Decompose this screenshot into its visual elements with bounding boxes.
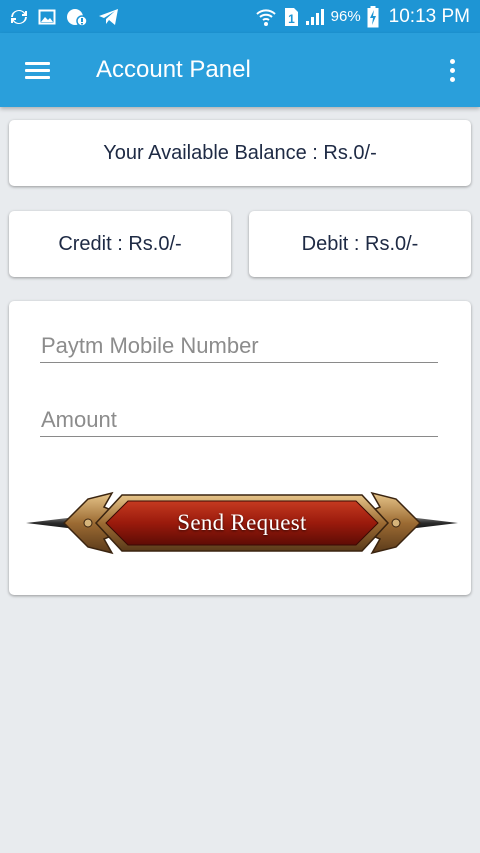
sim-icon: 1 bbox=[283, 7, 299, 27]
status-bar: 1 96% 10:13 PM bbox=[0, 0, 480, 33]
image-icon bbox=[38, 8, 56, 26]
debit-card: Debit : Rs.0/- bbox=[249, 211, 471, 277]
telegram-icon bbox=[98, 8, 120, 26]
credit-label: Credit : Rs.0/- bbox=[58, 232, 182, 255]
status-left-icons bbox=[10, 7, 120, 27]
clock: 10:13 PM bbox=[388, 5, 470, 27]
battery-percent: 96% bbox=[330, 8, 361, 25]
sim-slot-number: 1 bbox=[288, 12, 295, 26]
app-bar: Account Panel bbox=[0, 33, 480, 107]
more-vert-icon-dot bbox=[449, 67, 455, 73]
signal-icon bbox=[305, 8, 325, 26]
more-vert-icon-dot bbox=[449, 76, 455, 82]
more-options-button[interactable] bbox=[424, 33, 480, 107]
send-request-label: Send Request bbox=[177, 510, 307, 535]
more-vert-icon-dot bbox=[449, 58, 455, 64]
debit-label: Debit : Rs.0/- bbox=[301, 232, 419, 255]
menu-button[interactable] bbox=[0, 33, 74, 107]
credit-card: Credit : Rs.0/- bbox=[9, 211, 231, 277]
paytm-mobile-number-input[interactable] bbox=[40, 329, 438, 363]
page-title: Account Panel bbox=[96, 56, 251, 83]
amount-input[interactable] bbox=[40, 403, 438, 437]
wifi-icon bbox=[255, 6, 277, 28]
request-form-card: Send Request bbox=[9, 301, 471, 595]
battery-icon bbox=[367, 5, 379, 28]
hamburger-menu-icon bbox=[24, 58, 50, 83]
balance-card: Your Available Balance : Rs.0/- bbox=[9, 120, 471, 186]
notification-icon bbox=[66, 7, 88, 27]
send-request-button[interactable]: Send Request bbox=[26, 487, 458, 559]
sync-icon bbox=[10, 8, 28, 26]
status-right-icons: 1 96% 10:13 PM bbox=[255, 5, 470, 28]
balance-label: Your Available Balance : Rs.0/- bbox=[103, 141, 377, 164]
